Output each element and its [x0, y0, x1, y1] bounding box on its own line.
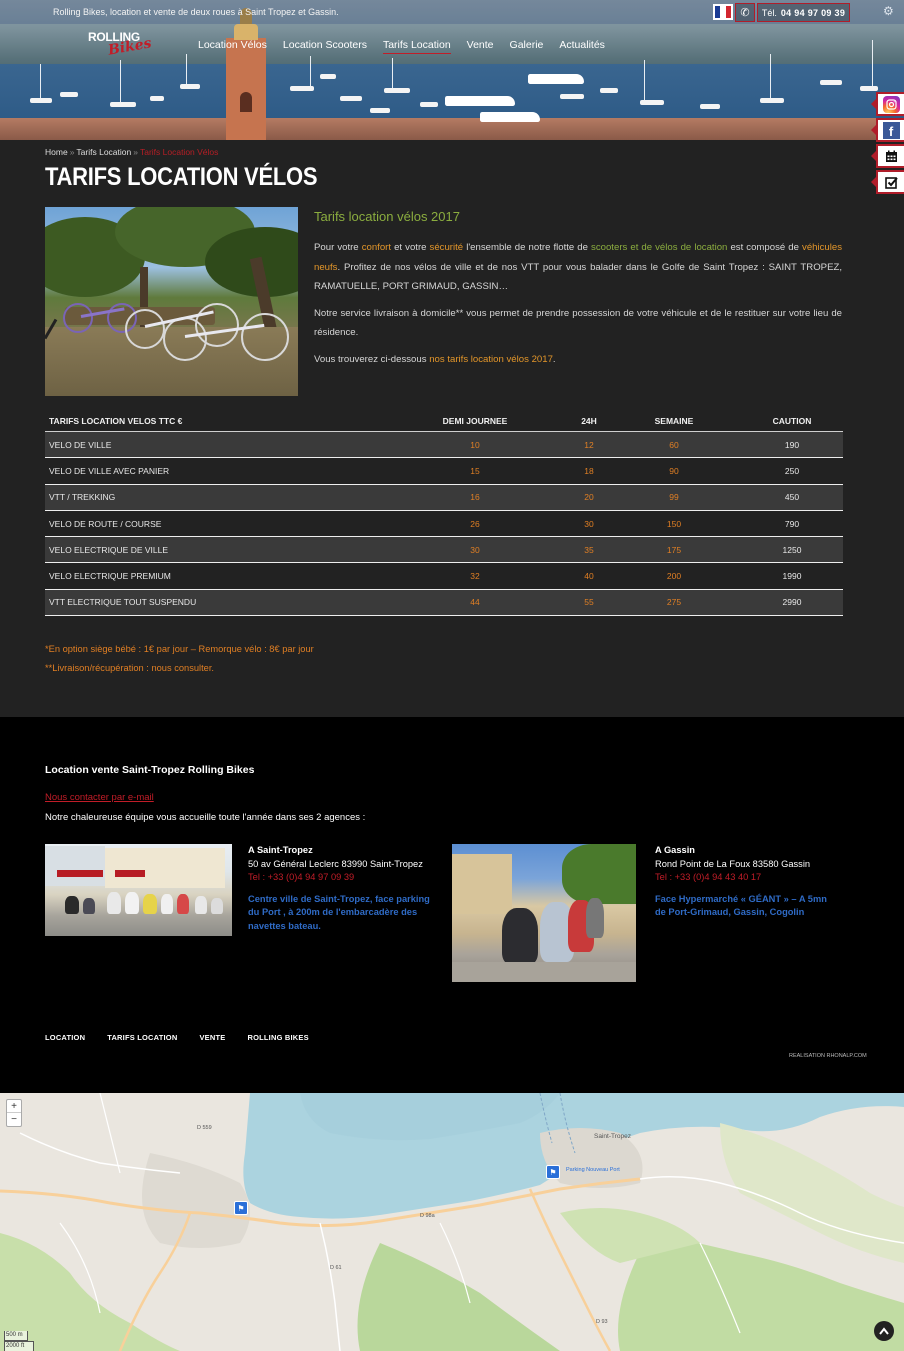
map-scale: 500 m 2000 ft — [4, 1331, 34, 1351]
agency-2-name: A Gassin — [655, 845, 695, 855]
map-marker-gassin[interactable]: ⚑ — [234, 1201, 248, 1215]
header-semaine: SEMAINE — [654, 415, 694, 426]
agency-1-phone[interactable]: Tel : +33 (0)4 94 97 09 39 — [248, 871, 438, 885]
link-confort[interactable]: confort — [362, 242, 391, 253]
breadcrumb-home[interactable]: Home — [45, 147, 68, 157]
table-row: VELO ELECTRIQUE PREMIUM 32 40 200 1990 — [45, 563, 843, 590]
note-options: *En option siège bébé : 1€ par jour – Re… — [45, 644, 314, 654]
facebook-button[interactable]: f — [871, 118, 904, 142]
link-scooters-velos[interactable]: scooters et de vélos de location — [591, 242, 727, 253]
agency-2-phone[interactable]: Tel : +33 (0)4 94 43 40 17 — [655, 871, 835, 885]
agency-2-address: Rond Point de La Foux 83580 Gassin — [655, 858, 811, 869]
saint-tropez-shop-photo — [45, 844, 232, 936]
table-row: VELO ELECTRIQUE DE VILLE 30 35 175 1250 — [45, 537, 843, 564]
phone-prefix: Tél. — [761, 7, 777, 18]
scale-metric: 500 m — [4, 1331, 28, 1341]
map-label-road-d559: D 559 — [197, 1125, 212, 1131]
scale-imperial: 2000 ft — [4, 1341, 34, 1351]
agency-1-description: Centre ville de Saint-Tropez, face parki… — [248, 893, 430, 931]
footer-welcome: Notre chaleureuse équipe vous accueille … — [45, 812, 366, 823]
table-row: VELO DE VILLE AVEC PANIER 15 18 90 250 — [45, 458, 843, 485]
site-credit[interactable]: REALISATION RHONALP.COM — [789, 1053, 867, 1059]
table-row: VELO DE ROUTE / COURSE 26 30 150 790 — [45, 511, 843, 538]
map-label-road-d61: D 61 — [330, 1265, 342, 1271]
table-header: TARIFS LOCATION VELOS TTC € DEMI JOURNEE… — [45, 410, 843, 432]
harbor-quay — [0, 118, 904, 140]
map-label-road-d93: D 93 — [596, 1319, 608, 1325]
breadcrumb-parent[interactable]: Tarifs Location — [76, 147, 131, 157]
checkbox-icon — [883, 174, 900, 191]
intro-paragraph-2: Notre service livraison à domicile** vou… — [314, 307, 842, 339]
table-row: VELO DE VILLE 10 12 60 190 — [45, 432, 843, 459]
nav-location-velos[interactable]: Location Vélos — [198, 39, 267, 54]
footer-nav-vente[interactable]: VENTE — [199, 1033, 225, 1042]
site-tagline: Rolling Bikes, location et vente de deux… — [53, 7, 339, 17]
agency-1-address: 50 av Général Leclerc 83990 Saint-Tropez — [248, 858, 423, 869]
instagram-button[interactable] — [871, 92, 904, 116]
footer: Location vente Saint-Tropez Rolling Bike… — [0, 717, 904, 1093]
pricing-notes: *En option siège bébé : 1€ par jour – Re… — [45, 640, 314, 678]
footer-nav-location[interactable]: LOCATION — [45, 1033, 85, 1042]
header-banner: Rolling Bikes, location et vente de deux… — [0, 0, 904, 140]
nav-location-scooters[interactable]: Location Scooters — [283, 39, 367, 54]
note-delivery: **Livraison/récupération : nous consulte… — [45, 663, 214, 673]
main-nav: Location Vélos Location Scooters Tarifs … — [198, 39, 605, 54]
header-demi-journee: DEMI JOURNEE — [442, 415, 508, 426]
header-name: TARIFS LOCATION VELOS TTC € — [49, 415, 183, 426]
nav-tarifs-location[interactable]: Tarifs Location — [382, 39, 451, 54]
nav-actualites[interactable]: Actualités — [559, 39, 605, 54]
tarifs-table: TARIFS LOCATION VELOS TTC € DEMI JOURNEE… — [45, 410, 843, 617]
footer-nav-rolling-bikes[interactable]: ROLLING BIKES — [247, 1033, 308, 1042]
link-tarifs-2017[interactable]: nos tarifs location vélos 2017 — [429, 354, 553, 365]
intro-paragraph-3: Vous trouverez ci-dessous nos tarifs loc… — [314, 353, 556, 365]
intro-paragraph-1: Pour votre confort et votre sécurité l'e… — [314, 242, 843, 292]
agency-saint-tropez: A Saint-Tropez 50 av Général Leclerc 839… — [248, 844, 438, 933]
location-map[interactable]: Saint-Tropez Parking Nouveau Port D 559 … — [0, 1093, 904, 1351]
french-flag-icon[interactable] — [713, 4, 733, 20]
bikes-photo — [45, 207, 298, 396]
contact-email-link[interactable]: Nous contacter par e-mail — [45, 792, 154, 803]
harbor-sea — [0, 64, 904, 124]
phone-icon[interactable]: ✆ — [735, 3, 755, 22]
map-label-saint-tropez: Saint-Tropez — [594, 1133, 631, 1140]
calendar-button[interactable] — [871, 144, 904, 168]
footer-heading: Location vente Saint-Tropez Rolling Bike… — [45, 764, 255, 776]
gear-icon[interactable]: ⚙ — [883, 4, 894, 18]
calendar-icon — [883, 148, 900, 165]
header-caution: CAUTION — [772, 415, 812, 426]
breadcrumb-current: Tarifs Location Vélos — [139, 147, 219, 157]
map-label-road-d98a: D 98a — [420, 1213, 435, 1219]
table-row: VTT ELECTRIQUE TOUT SUSPENDU 44 55 275 2990 — [45, 589, 843, 617]
page-title: TARIFS LOCATION VÉLOS — [45, 163, 318, 191]
intro-text: Tarifs location vélos 2017 Pour votre co… — [314, 207, 842, 376]
instagram-icon — [882, 95, 900, 113]
gassin-shop-photo — [452, 844, 636, 982]
header-24h: 24H — [581, 415, 597, 426]
nav-vente[interactable]: Vente — [467, 39, 494, 54]
table-row: VTT / TREKKING 16 20 99 450 — [45, 484, 843, 511]
breadcrumb: Home» Tarifs Location» Tarifs Location Vél… — [45, 147, 219, 157]
back-to-top-icon[interactable] — [874, 1321, 894, 1341]
intro-subtitle: Tarifs location vélos 2017 — [314, 209, 460, 224]
zoom-out-button[interactable]: − — [7, 1113, 21, 1126]
facebook-icon: f — [882, 121, 900, 139]
map-marker-saint-tropez[interactable]: ⚑ — [546, 1165, 560, 1179]
link-securite[interactable]: sécurité — [430, 242, 464, 253]
agency-gassin: A Gassin Rond Point de La Foux 83580 Gas… — [655, 844, 835, 920]
map-zoom-control: + − — [6, 1099, 22, 1127]
zoom-in-button[interactable]: + — [7, 1100, 21, 1113]
phone-number-box[interactable]: Tél. 04 94 97 09 39 — [757, 3, 850, 22]
agency-2-description: Face Hypermarché « GÉANT » – A 5mn de Po… — [655, 893, 827, 918]
agency-1-name: A Saint-Tropez — [248, 845, 313, 855]
footer-nav-tarifs-location[interactable]: TARIFS LOCATION — [107, 1033, 177, 1042]
map-tiles — [0, 1093, 904, 1351]
site-logo[interactable]: ROLLING Bikes — [88, 30, 153, 60]
footer-nav: LOCATION TARIFS LOCATION VENTE ROLLING B… — [45, 1033, 309, 1042]
map-label-parking: Parking Nouveau Port — [566, 1167, 620, 1173]
phone-number: 04 94 97 09 39 — [780, 7, 846, 18]
nav-galerie[interactable]: Galerie — [510, 39, 544, 54]
booking-button[interactable] — [871, 170, 904, 194]
